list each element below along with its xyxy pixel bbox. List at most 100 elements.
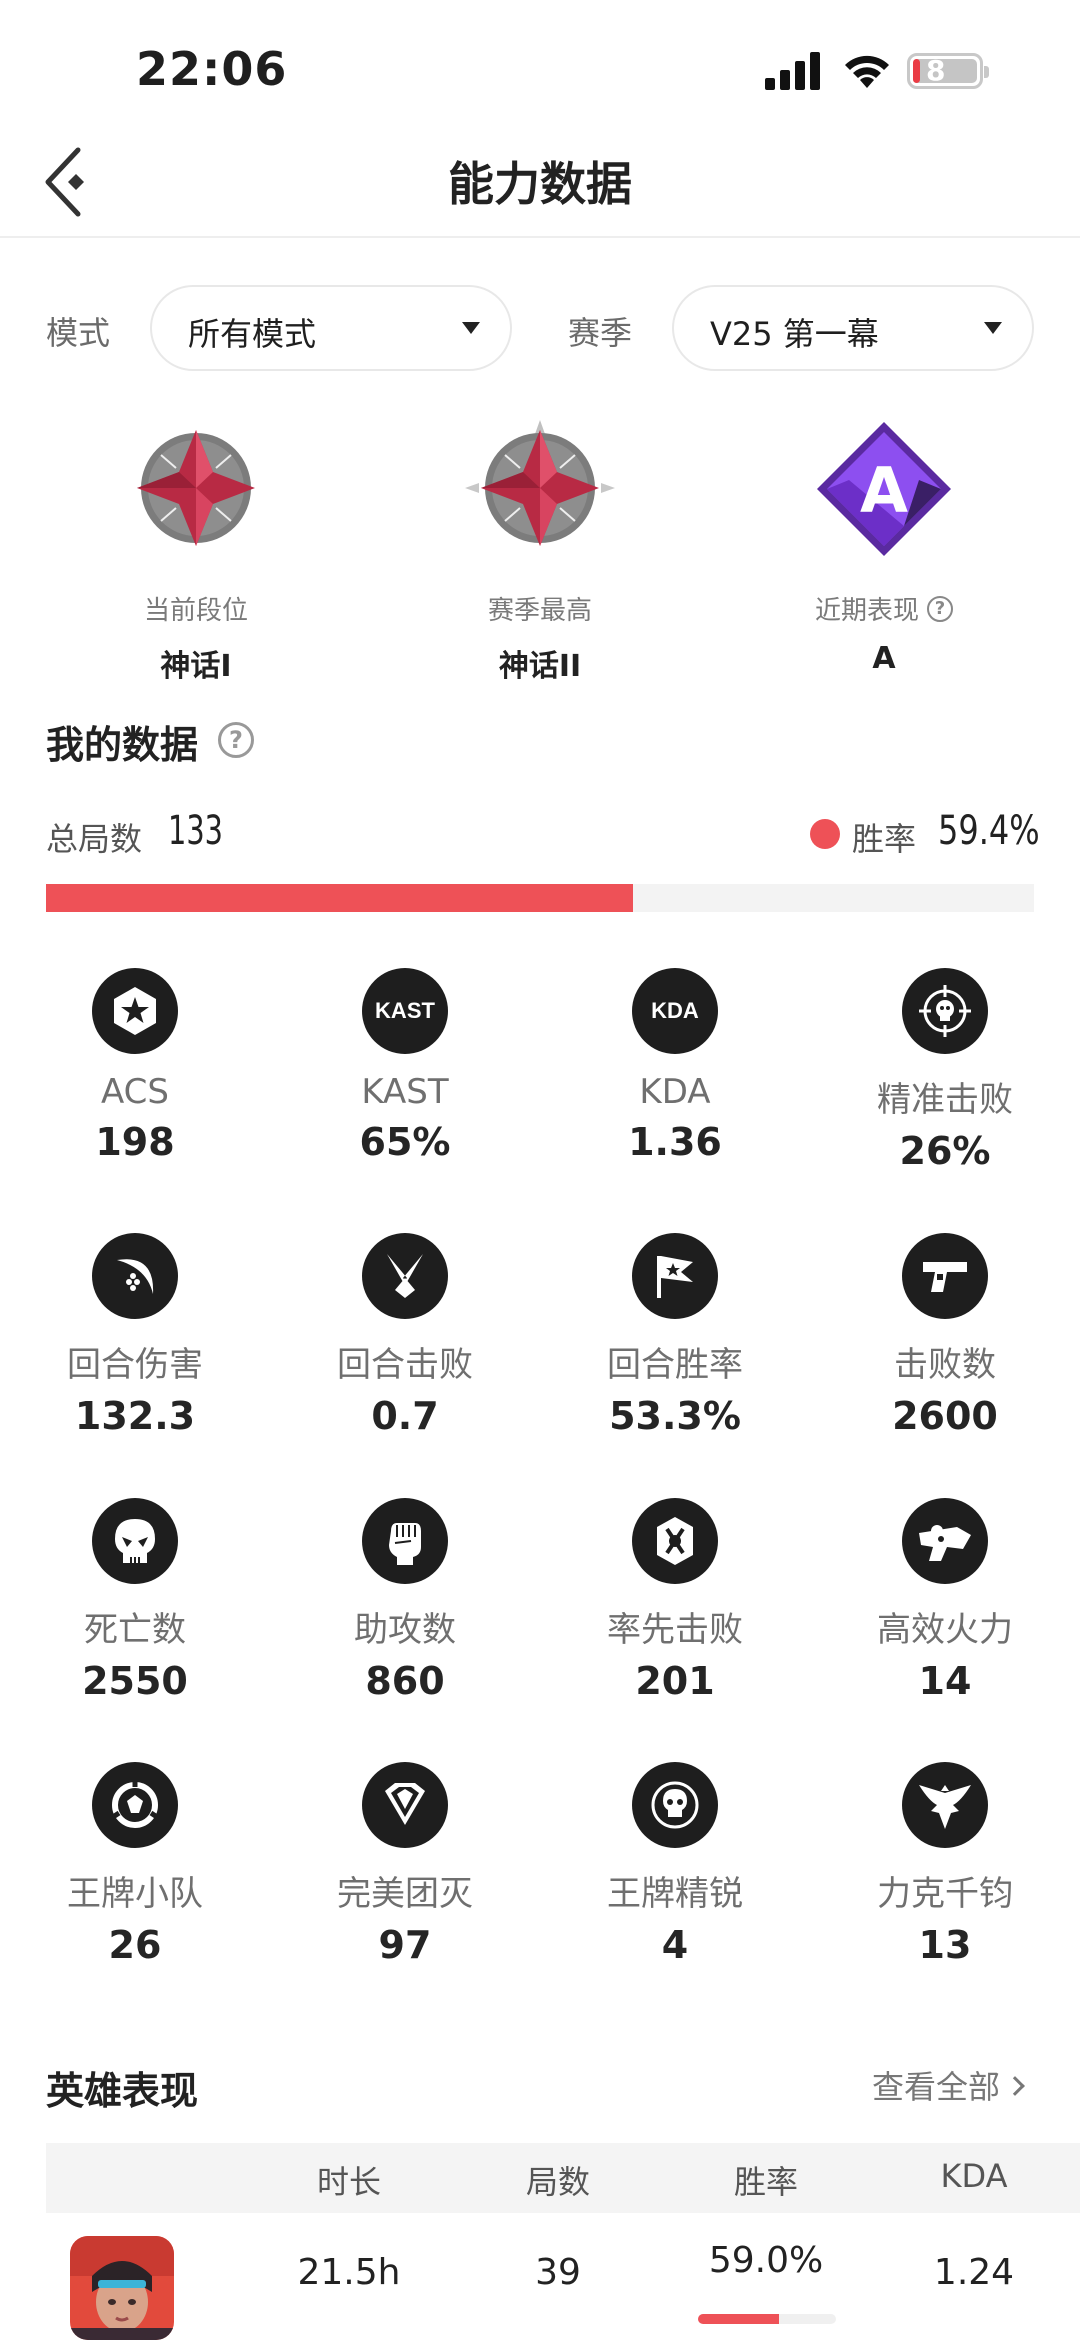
mode-select-value: 所有模式 [188, 315, 317, 353]
rank-value: 神话II [498, 649, 582, 684]
stat-name: KAST [361, 1072, 449, 1112]
column-header-duration: 时长 [316, 2163, 381, 2201]
stat-value: 65% [359, 1120, 451, 1164]
view-all-label: 查看全部 [872, 2068, 1001, 2106]
hero-win-rate-bar [698, 2314, 836, 2324]
stat-item[interactable]: 完美团灭 97 [270, 1762, 540, 1967]
stat-value: 201 [635, 1659, 715, 1703]
page-title: 能力数据 [448, 157, 632, 211]
wifi-icon [845, 55, 889, 88]
stat-item[interactable]: 力克千钧 13 [810, 1762, 1080, 1967]
battery-level: 8 [926, 54, 946, 87]
my-data-title: 我的数据 [46, 723, 199, 767]
slash-burst-icon [92, 1233, 178, 1319]
stat-value: 132.3 [74, 1394, 196, 1438]
battery-icon: 8 [907, 53, 989, 89]
stat-name: 精准击败 [877, 1080, 1013, 1120]
column-header-games: 局数 [525, 2163, 590, 2201]
rank-label-text: 近期表现 [814, 596, 919, 626]
stat-name: 率先击败 [607, 1610, 743, 1650]
stat-name: 力克千钧 [877, 1874, 1013, 1914]
hero-win-rate-bar-fill [698, 2314, 780, 2324]
stat-item[interactable]: 王牌精锐 4 [540, 1762, 810, 1967]
stat-item[interactable]: 高效火力 14 [810, 1498, 1080, 1703]
stat-name: 回合胜率 [607, 1345, 743, 1385]
mode-select[interactable]: 所有模式 [150, 285, 512, 371]
hero-avatar [70, 2236, 174, 2340]
column-header-kda: KDA [940, 2157, 1008, 2195]
stat-name: 高效火力 [877, 1610, 1013, 1650]
win-rate-bar [46, 884, 1034, 912]
stat-item[interactable]: 精准击败 26% [810, 968, 1080, 1173]
help-icon[interactable]: ? [927, 595, 953, 622]
kda-icon: KDA [632, 968, 718, 1054]
star-hexagon-icon [92, 968, 178, 1054]
stat-value: 860 [365, 1659, 445, 1703]
stat-item[interactable]: 率先击败 201 [540, 1498, 810, 1703]
stat-value: 53.3% [609, 1394, 741, 1438]
stat-icon-text: KAST [375, 998, 435, 1023]
stat-item[interactable]: KDA KDA 1.36 [540, 968, 810, 1164]
hero-kda: 1.24 [933, 2252, 1015, 2293]
nav-bar: 能力数据 [0, 130, 1080, 238]
stat-icon-text: KDA [651, 998, 699, 1023]
pistol-icon [902, 1233, 988, 1319]
win-rate-value: 59.4% [938, 808, 1040, 854]
chevron-right-icon [1005, 2076, 1025, 2096]
stat-value: 14 [918, 1659, 972, 1703]
rank-recent: A 近期表现 ? A [764, 420, 1004, 676]
status-bar: 22:06 8 [0, 0, 1080, 140]
view-all-link[interactable]: 查看全部 [872, 2062, 1025, 2108]
hero-games: 39 [535, 2252, 581, 2293]
win-rate-label: 胜率 [852, 820, 917, 858]
hero-duration: 21.5h [297, 2252, 401, 2293]
skull-icon [92, 1498, 178, 1584]
diamond-icon [362, 1762, 448, 1848]
stat-item[interactable]: ACS 198 [0, 968, 270, 1164]
performance-grade-badge-icon: A [817, 422, 951, 556]
total-games-value: 133 [168, 808, 223, 854]
grade-letter: A [860, 454, 908, 527]
rank-label: 当前段位 [143, 596, 248, 626]
season-label: 赛季 [568, 314, 633, 352]
column-header-win-rate: 胜率 [733, 2163, 798, 2201]
win-rate-bar-fill [46, 884, 633, 912]
caret-down-icon [462, 322, 480, 334]
rank-current: 当前段位 神话I [76, 420, 316, 685]
win-rate-dot [810, 819, 840, 849]
stat-name: 王牌精锐 [607, 1874, 743, 1914]
stat-name: 完美团灭 [337, 1874, 473, 1914]
season-select-value: V25 第一幕 [710, 315, 879, 353]
rank-label: 赛季最高 [487, 596, 592, 626]
status-time: 22:06 [136, 42, 288, 96]
season-select[interactable]: V25 第一幕 [672, 285, 1034, 371]
stat-item[interactable]: 回合击败 0.7 [270, 1233, 540, 1438]
stat-item[interactable]: KAST KAST 65% [270, 968, 540, 1164]
stat-item[interactable]: 回合胜率 53.3% [540, 1233, 810, 1438]
stat-item[interactable]: 回合伤害 132.3 [0, 1233, 270, 1438]
stat-name: 死亡数 [84, 1610, 186, 1650]
kast-icon: KAST [362, 968, 448, 1054]
help-icon[interactable]: ? [218, 722, 254, 758]
stat-item[interactable]: 助攻数 860 [270, 1498, 540, 1703]
stat-name: ACS [101, 1072, 169, 1112]
stat-name: 助攻数 [354, 1610, 456, 1650]
stat-name: KDA [639, 1072, 711, 1112]
hero-table-header: 时长 局数 胜率 KDA [46, 2143, 1080, 2213]
rank-label: 近期表现 ? [764, 590, 1004, 627]
stat-value: 2550 [82, 1659, 188, 1703]
hero-win-rate: 59.0% [708, 2240, 824, 2281]
stat-value: 1.36 [628, 1120, 722, 1164]
mythic-rank-badge-icon [465, 420, 615, 546]
ace-squad-icon [92, 1762, 178, 1848]
rank-value: 神话I [160, 649, 232, 684]
fist-icon [362, 1498, 448, 1584]
stat-item[interactable]: 死亡数 2550 [0, 1498, 270, 1703]
stat-item[interactable]: 王牌小队 26 [0, 1762, 270, 1967]
mythic-rank-badge-icon [137, 430, 255, 546]
caret-down-icon [984, 322, 1002, 334]
stat-name: 击败数 [894, 1345, 996, 1385]
stat-item[interactable]: 击败数 2600 [810, 1233, 1080, 1438]
elite-skull-icon [632, 1762, 718, 1848]
stat-name: 王牌小队 [67, 1874, 203, 1914]
